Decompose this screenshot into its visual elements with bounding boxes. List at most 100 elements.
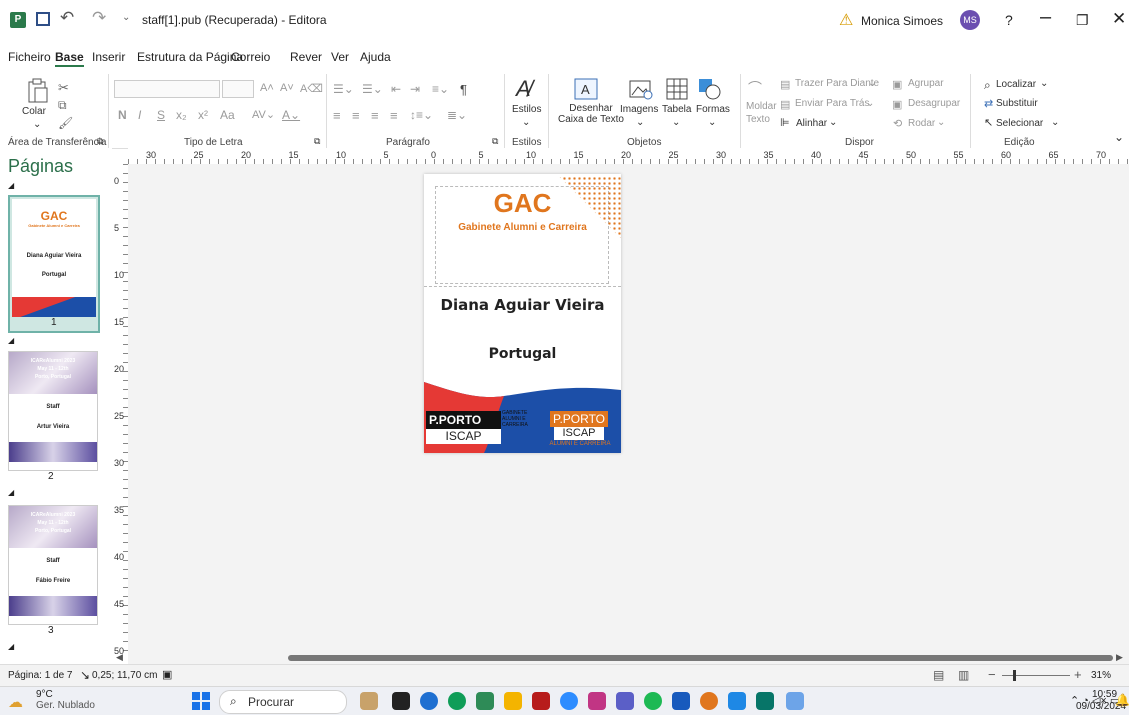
paste-button[interactable]: Colar <box>22 106 46 117</box>
table-icon[interactable] <box>666 78 688 100</box>
paste-icon[interactable] <box>26 78 50 104</box>
subscript-button[interactable]: x₂ <box>176 108 187 122</box>
bullets-icon[interactable]: ☰⌄ <box>333 82 354 96</box>
align-left-icon[interactable]: ≡ <box>333 108 341 123</box>
scroll-left-icon[interactable]: ◀ <box>116 652 123 663</box>
zoom-level[interactable]: 31% <box>1091 670 1111 681</box>
change-case-button[interactable]: Aa <box>220 108 235 122</box>
customize-quick-access-icon[interactable]: ⌄ <box>122 12 130 23</box>
group-icon[interactable]: ▣ <box>892 78 902 91</box>
taskbar-app-explorer-icon[interactable] <box>504 692 522 710</box>
two-page-view-icon[interactable]: ▥ <box>958 668 969 682</box>
rotate-dropdown-icon[interactable]: ⌄ <box>937 117 945 128</box>
copy-icon[interactable]: ⧉ <box>58 98 67 113</box>
iscap-logo-2[interactable]: ISCAP <box>554 427 604 440</box>
numbering-icon[interactable]: ☰⌄ <box>362 82 383 96</box>
tab-mailings[interactable]: Correio <box>231 50 270 64</box>
avatar[interactable]: MS <box>960 10 980 30</box>
align-right-icon[interactable]: ≡ <box>371 108 379 123</box>
undo-icon[interactable]: ↶ <box>60 8 74 28</box>
group-button[interactable]: Agrupar <box>908 78 944 89</box>
taskbar-app-snip-icon[interactable] <box>786 692 804 710</box>
zoom-out-icon[interactable]: − <box>988 667 996 682</box>
superscript-button[interactable]: x² <box>198 108 208 122</box>
textbox-icon[interactable]: A <box>574 78 598 100</box>
tab-home[interactable]: Base <box>55 50 84 67</box>
format-painter-icon[interactable]: 🖌 <box>58 116 73 130</box>
table-dropdown-icon[interactable]: ⌄ <box>672 117 680 128</box>
bring-forward-dropdown-icon[interactable]: ⌄ <box>868 78 876 89</box>
paragraph-launcher-icon[interactable]: ⧉ <box>492 136 498 147</box>
shapes-dropdown-icon[interactable]: ⌄ <box>708 117 716 128</box>
taskbar-app-zoom-icon[interactable] <box>560 692 578 710</box>
justify-icon[interactable]: ≡ <box>390 108 398 123</box>
tab-insert[interactable]: Inserir <box>92 50 125 64</box>
send-backward-icon[interactable]: ▤ <box>780 98 790 111</box>
save-icon[interactable] <box>36 12 50 26</box>
font-size-combo[interactable] <box>222 80 254 98</box>
porto-logo-1[interactable]: P.PORTO <box>426 411 501 429</box>
decrease-indent-icon[interactable]: ⇤ <box>391 82 401 96</box>
images-button[interactable]: Imagens <box>620 104 658 115</box>
logo-subtitle[interactable]: Gabinete Alumni e Carreira <box>424 222 621 233</box>
publication-page[interactable]: GAC Gabinete Alumni e Carreira Diana Agu… <box>424 174 621 453</box>
taskbar-search[interactable]: ⌕ Procurar <box>219 690 347 714</box>
taskbar-app-chrome2-icon[interactable] <box>700 692 718 710</box>
rotate-icon[interactable]: ⟲ <box>893 117 902 130</box>
send-backward-button[interactable]: Enviar Para Trás <box>795 98 869 109</box>
taskbar-app-photos-icon[interactable] <box>728 692 746 710</box>
shrink-font-icon[interactable]: A˅ <box>280 82 294 94</box>
tab-help[interactable]: Ajuda <box>360 50 391 64</box>
close-button[interactable]: ✕ <box>1112 9 1126 29</box>
taskbar-app-instagram-icon[interactable] <box>588 692 606 710</box>
taskbar-app-spotify-icon[interactable] <box>644 692 662 710</box>
underline-button[interactable]: S <box>157 108 165 122</box>
columns-icon[interactable]: ≣⌄ <box>447 108 467 122</box>
select-dropdown-icon[interactable]: ⌄ <box>1051 117 1059 128</box>
italic-button[interactable]: I <box>138 108 141 122</box>
char-spacing-icon[interactable]: AV⌄ <box>252 108 275 121</box>
bring-forward-icon[interactable]: ▤ <box>780 78 790 91</box>
font-name-combo[interactable] <box>114 80 220 98</box>
page-info[interactable]: Página: 1 de 7 <box>8 670 73 681</box>
iscap-logo-1[interactable]: ISCAP <box>426 429 501 444</box>
spacing-icon[interactable]: ≡⌄ <box>432 82 449 96</box>
font-launcher-icon[interactable]: ⧉ <box>314 136 320 147</box>
align-dropdown-icon[interactable]: ⌄ <box>829 117 837 128</box>
wrap-text-icon[interactable]: ⌒ <box>748 78 762 98</box>
person-country[interactable]: Portugal <box>424 346 621 362</box>
page-thumbnail-2[interactable]: ICAReAlumni 2023 May 11 - 12th Porto, Po… <box>8 351 98 471</box>
clear-formatting-icon[interactable]: A⌫ <box>300 82 323 95</box>
send-backward-dropdown-icon[interactable]: ⌄ <box>866 98 874 109</box>
warning-icon[interactable]: ⚠ <box>839 10 853 30</box>
weather-desc[interactable]: Ger. Nublado <box>36 700 95 711</box>
windows-start-icon[interactable] <box>192 692 210 710</box>
clipboard-launcher-icon[interactable]: ⧉ <box>97 136 103 147</box>
tab-file[interactable]: Ficheiro <box>8 50 51 64</box>
find-button[interactable]: Localizar <box>996 79 1036 90</box>
collapse-ribbon-icon[interactable]: ⌄ <box>1114 130 1124 144</box>
tab-view[interactable]: Ver <box>331 50 349 64</box>
find-dropdown-icon[interactable]: ⌄ <box>1040 78 1048 89</box>
scroll-right-icon[interactable]: ▶ <box>1116 652 1123 663</box>
align-icon[interactable]: ⊫ <box>780 116 790 129</box>
user-name[interactable]: Monica Simoes <box>861 14 943 28</box>
zoom-in-icon[interactable]: + <box>1074 667 1082 682</box>
redo-icon[interactable]: ↷ <box>92 8 106 28</box>
tab-review[interactable]: Rever <box>290 50 322 64</box>
find-icon[interactable]: ⌕ <box>984 78 991 93</box>
font-color-icon[interactable]: A⌄ <box>282 108 300 122</box>
single-page-view-icon[interactable]: ▤ <box>933 668 944 682</box>
draw-textbox-button[interactable]: Desenhar Caixa de Texto <box>558 103 624 125</box>
taskbar-app-chrome-icon[interactable] <box>476 692 494 710</box>
ungroup-button[interactable]: Desagrupar <box>908 98 960 109</box>
styles-button[interactable]: Estilos <box>512 104 541 115</box>
taskbar-app-teams-icon[interactable] <box>420 692 438 710</box>
notification-icon[interactable]: 🔔 <box>1115 693 1129 707</box>
align-button[interactable]: Alinhar <box>796 118 827 129</box>
page-thumbnail-3[interactable]: ICAReAlumni 2023 May 11 - 12th Porto, Po… <box>8 505 98 625</box>
vertical-ruler[interactable] <box>112 164 129 652</box>
wrap-text-button[interactable]: Moldar Texto <box>746 100 777 126</box>
align-center-icon[interactable]: ≡ <box>352 108 360 123</box>
taskbar-app-edge-icon[interactable] <box>448 692 466 710</box>
